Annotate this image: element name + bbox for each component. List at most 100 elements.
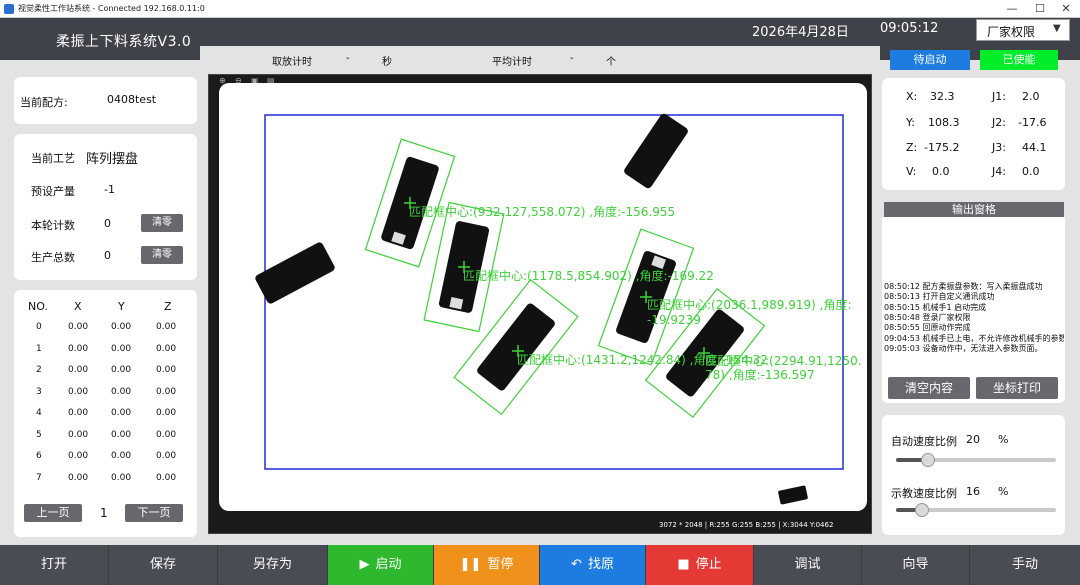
table-cell: 0.00 — [68, 322, 89, 332]
joint-3-value: 44.1 — [1022, 141, 1047, 154]
camera-view[interactable]: ⊕ ⊖ ▣ ▤ 匹配框中心:(932.127,558.072) ,角度:-156… — [208, 74, 872, 534]
wizard-button[interactable]: 向导 — [862, 545, 970, 585]
save-label: 保存 — [149, 557, 176, 572]
points-table: NO. X Y Z 0 0.00 0.00 0.00 1 0.00 0.00 0.00 2 0.0… — [14, 290, 197, 537]
process-label: 当前工艺 — [31, 152, 75, 165]
table-cell: 0.00 — [111, 386, 132, 397]
return-icon: ↶ — [571, 557, 582, 572]
page-number: 1 — [100, 506, 108, 520]
table-cell: 0.00 — [68, 386, 89, 397]
save-button[interactable]: 保存 — [109, 545, 218, 585]
avg-timer-unit: 个 — [606, 57, 616, 68]
app-icon — [4, 4, 14, 14]
match-label-3: 匹配框中心:(2036.1,989.919) ,角度: — [647, 297, 852, 312]
coord-x-label: X: — [906, 90, 918, 103]
manual-button[interactable]: 手动 — [970, 545, 1080, 585]
start-label: 启动 — [375, 557, 402, 572]
bottom-toolbar: 打开 保存 另存为 ▶ 启动 ❚❚ 暂停 ↶ 找原 ■ 停止 调试 向导 手动 — [0, 545, 1080, 585]
coord-z-value: -175.2 — [924, 141, 960, 154]
auto-speed-value: 20 — [966, 433, 980, 446]
table-cell: 0.00 — [68, 451, 89, 461]
table-cell: 0.00 — [156, 322, 177, 332]
table-cell-no: 4 — [36, 408, 42, 418]
role-select[interactable]: 厂家权限 ▼ — [976, 19, 1070, 41]
print-coords-button[interactable]: 坐标打印 — [976, 377, 1058, 399]
table-cell-no: 2 — [36, 365, 42, 375]
match-label-5b: 78) ,角度:-136.597 — [705, 367, 815, 382]
stop-icon: ■ — [677, 557, 690, 572]
wizard-label: 向导 — [902, 557, 929, 572]
prev-page-button[interactable]: 上一页 — [24, 504, 82, 522]
manual-label: 手动 — [1011, 557, 1038, 572]
clear-total-button[interactable]: 清零 — [141, 246, 183, 264]
table-cell: 0.00 — [68, 408, 89, 418]
auto-speed-label: 自动速度比例 — [891, 435, 957, 448]
joint-1-value: 2.0 — [1022, 90, 1040, 103]
preset-label: 预设产量 — [31, 185, 75, 198]
app-title: 柔振上下料系统V3.0 — [56, 34, 192, 50]
current-date: 2026年4月28日 — [752, 25, 849, 40]
roi-rectangle — [264, 114, 844, 470]
minimize-icon[interactable]: — — [1004, 1, 1020, 17]
next-page-button[interactable]: 下一页 — [125, 504, 183, 522]
joint-2-label: J2: — [992, 116, 1006, 129]
pause-icon: ❚❚ — [459, 557, 482, 572]
clear-output-button[interactable]: 清空内容 — [888, 377, 970, 399]
start-button[interactable]: ▶ 启动 — [328, 545, 434, 585]
home-button[interactable]: ↶ 找原 — [540, 545, 646, 585]
table-cell: 0.00 — [156, 343, 177, 354]
table-cell: 0.00 — [68, 429, 89, 440]
recipe-label: 当前配方: — [20, 96, 68, 109]
clear-round-button[interactable]: 清零 — [141, 214, 183, 232]
auto-speed-slider[interactable] — [896, 453, 1056, 467]
open-label: 打开 — [40, 557, 67, 572]
table-cell-no: 5 — [36, 429, 42, 440]
table-cell: 0.00 — [156, 365, 177, 375]
speed-panel: 自动速度比例 20 % 示教速度比例 16 % — [882, 415, 1065, 535]
table-cell: 0.00 — [68, 365, 89, 375]
maximize-icon[interactable]: ☐ — [1032, 1, 1048, 17]
preset-value: -1 — [104, 183, 115, 196]
close-icon[interactable]: ✕ — [1058, 1, 1074, 17]
avg-timer-label: 平均计时 — [492, 57, 532, 68]
teach-speed-label: 示教速度比例 — [891, 487, 957, 500]
table-cell: 0.00 — [156, 386, 177, 397]
total-count-label: 生产总数 — [31, 251, 75, 264]
teach-speed-unit: % — [998, 485, 1009, 498]
teach-speed-thumb[interactable] — [914, 503, 929, 517]
pause-label: 暂停 — [487, 557, 514, 572]
table-cell-no: 7 — [36, 472, 42, 483]
joint-2-value: -17.6 — [1018, 116, 1047, 129]
open-button[interactable]: 打开 — [0, 545, 109, 585]
table-cell-no: 3 — [36, 386, 42, 397]
stop-label: 停止 — [695, 557, 722, 572]
log-line: 09:05:03 设备动作中，无法进入参数页面。 — [884, 343, 1043, 353]
table-cell: 0.00 — [111, 322, 132, 332]
table-cell: 0.00 — [156, 429, 177, 440]
avg-timer-value: - — [570, 53, 574, 64]
joint-4-label: J4: — [992, 165, 1006, 178]
part-outside-bottom — [778, 485, 808, 505]
recipe-panel: 当前配方: 0408test — [14, 77, 197, 124]
output-pane[interactable]: 08:50:12 配方柔振盘参数：写入柔振盘成功 08:50:13 打开自定义通讯… — [882, 217, 1065, 403]
stop-button[interactable]: ■ 停止 — [646, 545, 754, 585]
joint-4-value: 0.0 — [1022, 165, 1040, 178]
table-cell: 0.00 — [156, 408, 177, 418]
status-waiting-badge: 待启动 — [890, 50, 970, 70]
table-cell: 0.00 — [68, 343, 89, 354]
table-cell: 0.00 — [68, 472, 89, 483]
home-label: 找原 — [587, 557, 614, 572]
total-count-value: 0 — [104, 249, 111, 262]
match-label-1: 匹配框中心:(932.127,558.072) ,角度:-156.955 — [409, 204, 675, 219]
pause-button[interactable]: ❚❚ 暂停 — [434, 545, 540, 585]
table-cell: 0.00 — [111, 408, 132, 418]
teach-speed-value: 16 — [966, 485, 980, 498]
debug-label: 调试 — [794, 557, 821, 572]
save-as-button[interactable]: 另存为 — [218, 545, 328, 585]
table-cell: 0.00 — [111, 343, 132, 354]
teach-speed-slider[interactable] — [896, 503, 1056, 517]
pick-timer-unit: 秒 — [382, 57, 392, 68]
table-cell: 0.00 — [111, 365, 132, 375]
auto-speed-thumb[interactable] — [921, 453, 935, 467]
debug-button[interactable]: 调试 — [754, 545, 862, 585]
